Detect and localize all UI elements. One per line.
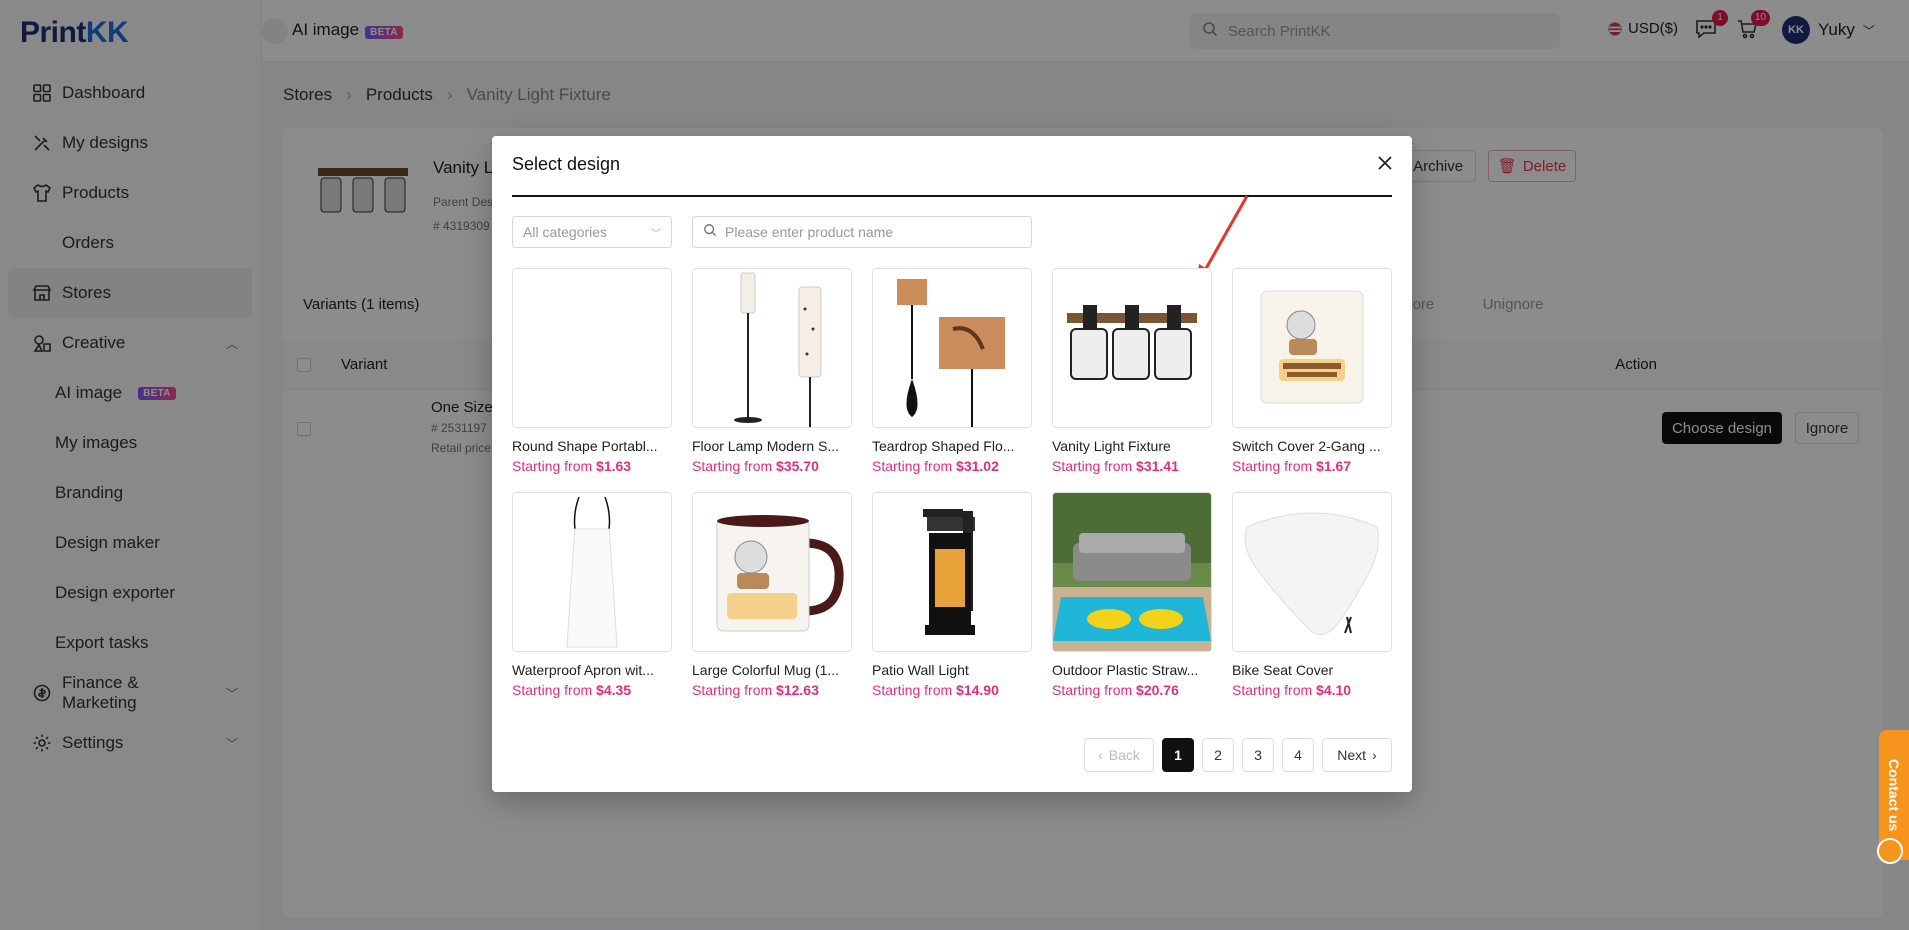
pagination: ‹ Back 1 2 3 4 Next › xyxy=(1084,738,1392,772)
chevron-left-icon: ‹ xyxy=(1098,747,1103,763)
product-image xyxy=(1232,492,1392,652)
product-grid: Round Shape Portabl... Starting from $1.… xyxy=(512,268,1392,698)
product-card[interactable]: Switch Cover 2-Gang ... Starting from $1… xyxy=(1232,268,1392,474)
product-card[interactable]: Patio Wall Light Starting from $14.90 xyxy=(872,492,1032,698)
product-card[interactable]: Waterproof Apron wit... Starting from $4… xyxy=(512,492,672,698)
product-card[interactable]: Round Shape Portabl... Starting from $1.… xyxy=(512,268,672,474)
modal-title: Select design xyxy=(512,154,621,174)
chevron-down-icon: ﹀ xyxy=(651,228,661,240)
pagination-next-button[interactable]: Next › xyxy=(1322,738,1392,772)
product-image xyxy=(872,492,1032,652)
select-design-modal: Select design All categories ﹀ Round Sha… xyxy=(492,136,1412,792)
category-select[interactable]: All categories ﹀ xyxy=(512,216,672,248)
search-icon xyxy=(703,223,717,242)
pagination-page-3[interactable]: 3 xyxy=(1242,738,1274,772)
chevron-right-icon: › xyxy=(1372,747,1377,763)
chat-icon[interactable] xyxy=(1877,838,1903,864)
product-card[interactable]: Vanity Light Fixture Starting from $31.4… xyxy=(1052,268,1212,474)
product-image xyxy=(512,492,672,652)
product-image xyxy=(872,268,1032,428)
product-card[interactable]: Teardrop Shaped Flo... Starting from $31… xyxy=(872,268,1032,474)
product-image xyxy=(1052,492,1212,652)
pagination-page-2[interactable]: 2 xyxy=(1202,738,1234,772)
pagination-page-4[interactable]: 4 xyxy=(1282,738,1314,772)
product-card[interactable]: Large Colorful Mug (1... Starting from $… xyxy=(692,492,852,698)
close-icon[interactable] xyxy=(1372,150,1398,176)
product-card[interactable]: Floor Lamp Modern S... Starting from $35… xyxy=(692,268,852,474)
product-image xyxy=(692,268,852,428)
product-image xyxy=(1232,268,1392,428)
product-image xyxy=(692,492,852,652)
product-image xyxy=(1052,268,1212,428)
product-search-input[interactable] xyxy=(725,224,1015,240)
product-card[interactable]: Bike Seat Cover Starting from $4.10 xyxy=(1232,492,1392,698)
product-search xyxy=(692,216,1032,248)
product-card[interactable]: Outdoor Plastic Straw... Starting from $… xyxy=(1052,492,1212,698)
pagination-back-button[interactable]: ‹ Back xyxy=(1084,738,1154,772)
modal-divider xyxy=(512,195,1392,197)
product-image xyxy=(512,268,672,428)
pagination-page-1[interactable]: 1 xyxy=(1162,738,1194,772)
